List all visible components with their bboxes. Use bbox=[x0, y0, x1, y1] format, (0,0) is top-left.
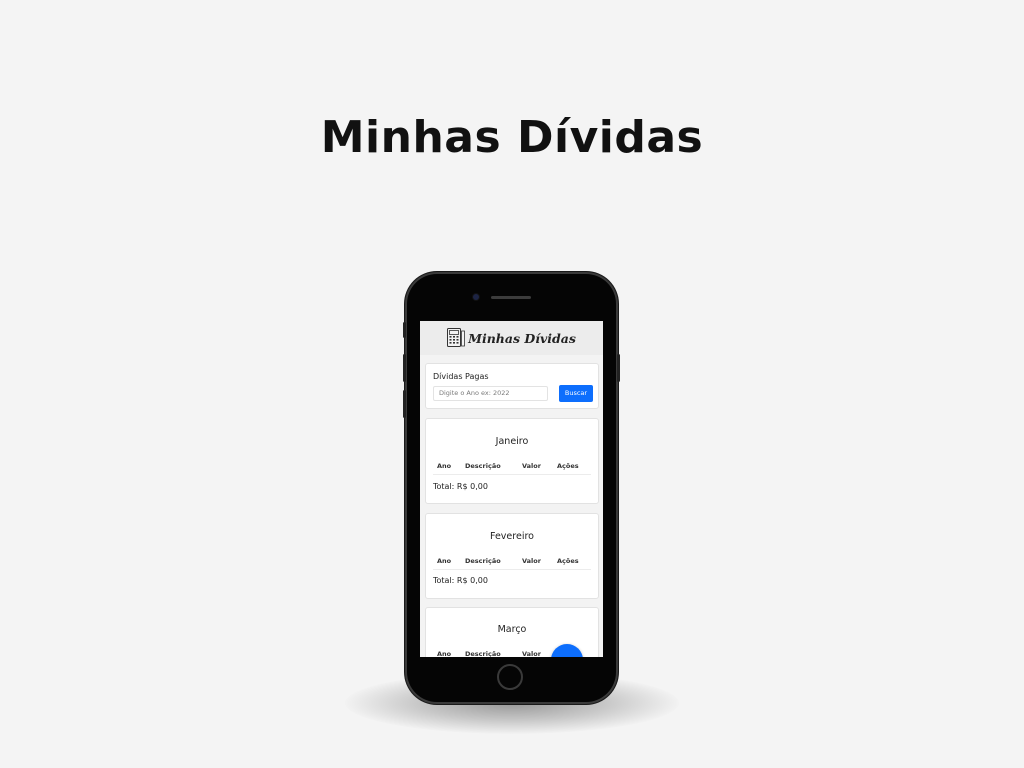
column-header-valor: Valor bbox=[522, 650, 541, 657]
column-header-valor: Valor bbox=[522, 557, 541, 565]
table-divider bbox=[433, 569, 591, 570]
search-title: Dívidas Pagas bbox=[433, 372, 489, 381]
app-brand: Minhas Dívidas bbox=[468, 330, 576, 346]
search-card: Dívidas Pagas Digite o Ano ex: 2022 Busc… bbox=[425, 363, 599, 409]
month-total: Total: R$ 0,00 bbox=[433, 576, 488, 585]
table-divider bbox=[433, 474, 591, 475]
column-header-acoes: Ações bbox=[557, 557, 579, 565]
column-header-descricao: Descrição bbox=[465, 557, 501, 565]
month-title: Março bbox=[497, 624, 527, 635]
month-title: Janeiro bbox=[495, 436, 529, 447]
month-card-fevereiro: Fevereiro Ano Descrição Valor Ações Tota… bbox=[425, 513, 599, 599]
page-title: Minhas Dívidas bbox=[320, 112, 704, 163]
column-header-ano: Ano bbox=[437, 650, 452, 657]
calculator-icon bbox=[447, 328, 466, 347]
earpiece-speaker bbox=[491, 296, 531, 299]
volume-up-button bbox=[403, 354, 406, 382]
app-header: Minhas Dívidas bbox=[420, 321, 603, 355]
column-header-acoes: Ações bbox=[557, 462, 579, 470]
search-button[interactable]: Buscar bbox=[559, 385, 593, 402]
month-title: Fevereiro bbox=[490, 531, 534, 542]
mute-switch bbox=[403, 322, 406, 338]
volume-down-button bbox=[403, 390, 406, 418]
column-header-descricao: Descrição bbox=[465, 462, 501, 470]
column-header-ano: Ano bbox=[437, 462, 452, 470]
power-button bbox=[617, 354, 620, 382]
month-card-janeiro: Janeiro Ano Descrição Valor Ações Total:… bbox=[425, 418, 599, 504]
column-header-ano: Ano bbox=[437, 557, 452, 565]
phone-screen: Minhas Dívidas Dívidas Pagas Digite o An… bbox=[420, 321, 603, 657]
column-header-descricao: Descrição bbox=[465, 650, 501, 657]
year-search-input[interactable]: Digite o Ano ex: 2022 bbox=[433, 386, 548, 401]
column-header-valor: Valor bbox=[522, 462, 541, 470]
month-total: Total: R$ 0,00 bbox=[433, 482, 488, 491]
phone-mockup: Minhas Dívidas Dívidas Pagas Digite o An… bbox=[403, 272, 620, 704]
front-camera bbox=[473, 294, 479, 300]
home-button[interactable] bbox=[497, 664, 523, 690]
